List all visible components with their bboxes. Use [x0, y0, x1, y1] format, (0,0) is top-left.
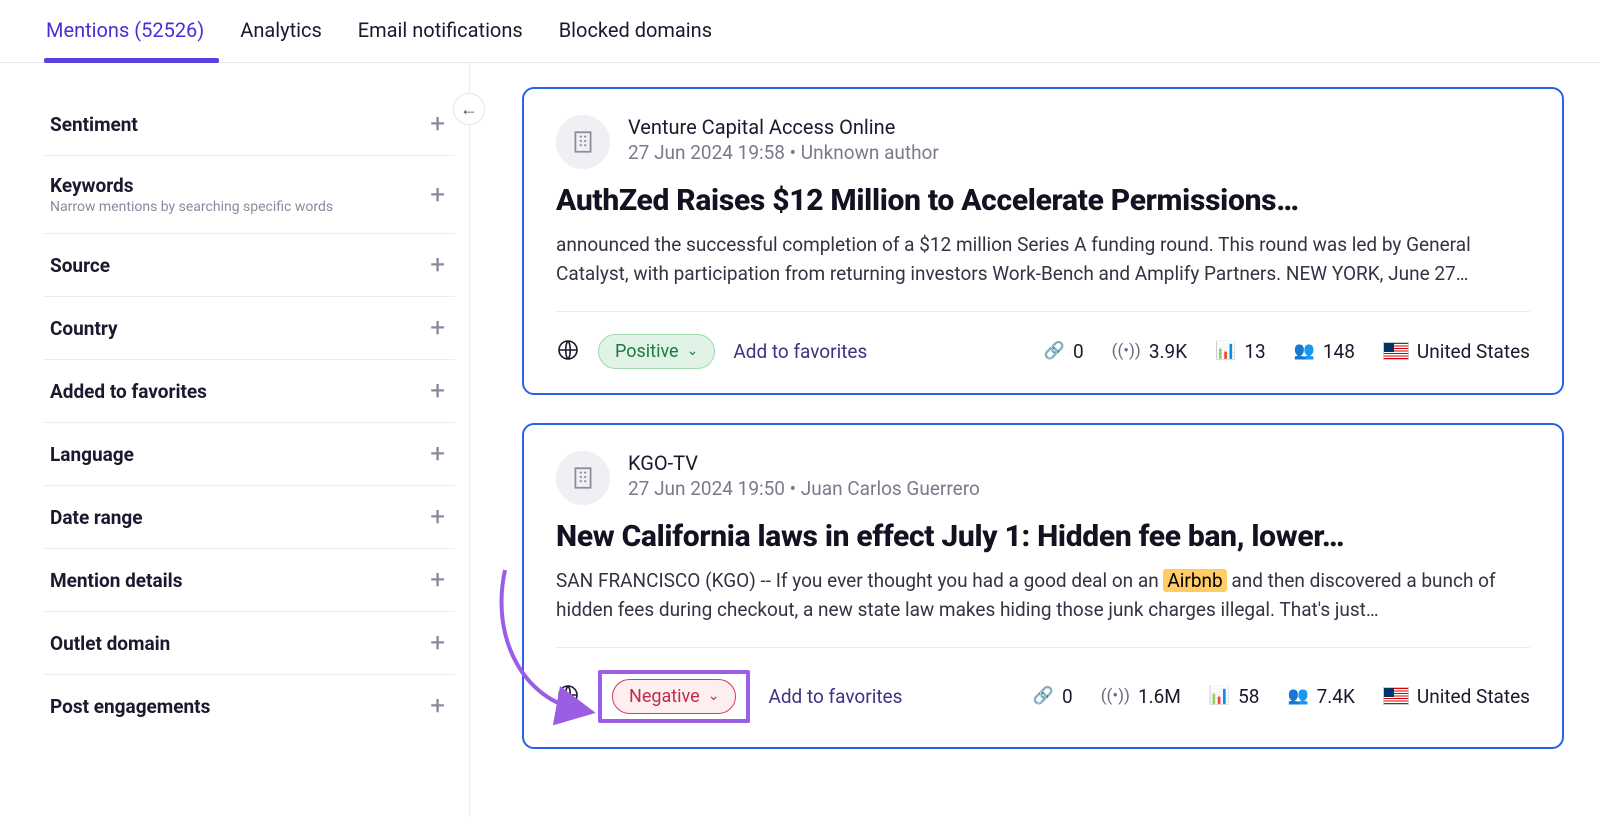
metric-value: 0: [1073, 340, 1084, 363]
filter-label: Added to favorites: [50, 380, 207, 403]
filter-label: Outlet domain: [50, 632, 170, 655]
tab-blocked-domains[interactable]: Blocked domains: [557, 12, 714, 62]
broadcast-icon: ((•)): [1112, 341, 1141, 361]
metric-value: United States: [1417, 685, 1530, 708]
metric-links: 🔗0: [1033, 685, 1073, 708]
people-icon: 👥: [1287, 686, 1308, 706]
filter-language[interactable]: Language +: [44, 423, 455, 486]
tab-analytics[interactable]: Analytics: [238, 12, 324, 62]
filter-label: Post engagements: [50, 695, 210, 718]
metric-value: 3.9K: [1149, 340, 1187, 363]
filters-sidebar: Sentiment + Keywords Narrow mentions by …: [0, 63, 470, 818]
web-icon: [556, 683, 580, 710]
filter-label: Language: [50, 443, 134, 466]
link-icon: 🔗: [1044, 341, 1065, 361]
expand-icon: +: [430, 111, 445, 137]
filter-mention-details[interactable]: Mention details +: [44, 549, 455, 612]
metric-value: 13: [1244, 340, 1265, 363]
us-flag-icon: [1383, 342, 1409, 360]
metric-country: United States: [1383, 340, 1530, 363]
expand-icon: +: [430, 315, 445, 341]
link-icon: 🔗: [1033, 686, 1054, 706]
sentiment-label: Positive: [615, 341, 679, 362]
expand-icon: +: [430, 378, 445, 404]
filter-added-favorites[interactable]: Added to favorites +: [44, 360, 455, 423]
filter-label: Mention details: [50, 569, 182, 592]
collapse-sidebar-button[interactable]: ←: [453, 93, 485, 125]
expand-icon: +: [430, 693, 445, 719]
metric-shares: 📊 13: [1215, 340, 1266, 363]
metric-country: United States: [1383, 685, 1530, 708]
people-icon: 👥: [1294, 341, 1315, 361]
metric-reach: ((•)) 3.9K: [1112, 340, 1188, 363]
expand-icon: +: [430, 252, 445, 278]
tab-mentions[interactable]: Mentions (52526): [44, 12, 206, 62]
chevron-down-icon: ⌄: [687, 343, 699, 359]
expand-icon: +: [430, 182, 445, 208]
source-avatar: [556, 451, 610, 505]
metric-value: United States: [1417, 340, 1530, 363]
chart-icon: 📊: [1215, 341, 1236, 361]
mention-excerpt: SAN FRANCISCO (KGO) -- If you ever thoug…: [556, 566, 1530, 625]
mention-title: AuthZed Raises $12 Million to Accelerate…: [556, 183, 1530, 218]
metric-value: 58: [1238, 685, 1259, 708]
sentiment-pill[interactable]: Positive ⌄: [598, 334, 715, 369]
add-favorites-link[interactable]: Add to favorites: [733, 340, 867, 363]
source-meta: 27 Jun 2024 19:50 • Juan Carlos Guerrero: [628, 477, 980, 500]
filter-sentiment[interactable]: Sentiment +: [44, 93, 455, 156]
excerpt-text: SAN FRANCISCO (KGO) -- If you ever thoug…: [556, 569, 1163, 592]
source-name: Venture Capital Access Online: [628, 115, 939, 139]
metric-audience: 👥 7.4K: [1287, 685, 1354, 708]
filter-sublabel: Narrow mentions by searching specific wo…: [50, 199, 333, 215]
filter-label: Country: [50, 317, 118, 340]
metric-value: 148: [1323, 340, 1355, 363]
mentions-list: Venture Capital Access Online 27 Jun 202…: [470, 63, 1600, 818]
keyword-highlight: Airbnb: [1163, 569, 1226, 592]
expand-icon: +: [430, 504, 445, 530]
mention-card[interactable]: KGO-TV 27 Jun 2024 19:50 • Juan Carlos G…: [522, 423, 1564, 749]
mention-title: New California laws in effect July 1: Hi…: [556, 519, 1530, 554]
chevron-down-icon: ⌄: [708, 688, 720, 704]
filter-source[interactable]: Source +: [44, 234, 455, 297]
source-meta: 27 Jun 2024 19:58 • Unknown author: [628, 141, 939, 164]
us-flag-icon: [1383, 687, 1409, 705]
source-avatar: [556, 115, 610, 169]
filter-keywords[interactable]: Keywords Narrow mentions by searching sp…: [44, 156, 455, 234]
metric-shares: 📊 58: [1209, 685, 1260, 708]
metric-value: 1.6M: [1138, 685, 1181, 708]
web-icon: [556, 338, 580, 365]
arrow-left-icon: ←: [460, 99, 478, 120]
top-tabs: Mentions (52526) Analytics Email notific…: [0, 0, 1600, 63]
expand-icon: +: [430, 441, 445, 467]
sentiment-pill[interactable]: Negative ⌄: [612, 679, 736, 714]
metric-audience: 👥 148: [1294, 340, 1355, 363]
metric-reach: ((•)) 1.6M: [1101, 685, 1181, 708]
metric-links: 🔗0: [1044, 340, 1084, 363]
tab-email-notifications[interactable]: Email notifications: [356, 12, 525, 62]
filter-date-range[interactable]: Date range +: [44, 486, 455, 549]
filter-post-engagements[interactable]: Post engagements +: [44, 675, 455, 737]
mention-card[interactable]: Venture Capital Access Online 27 Jun 202…: [522, 87, 1564, 395]
filter-label: Sentiment: [50, 113, 138, 136]
broadcast-icon: ((•)): [1101, 686, 1130, 706]
chart-icon: 📊: [1209, 686, 1230, 706]
building-icon: [570, 129, 596, 155]
annotation-highlight: Negative ⌄: [598, 670, 750, 723]
metric-value: 0: [1062, 685, 1073, 708]
filter-label: Source: [50, 254, 110, 277]
sentiment-label: Negative: [629, 686, 700, 707]
filter-outlet-domain[interactable]: Outlet domain +: [44, 612, 455, 675]
expand-icon: +: [430, 567, 445, 593]
metric-value: 7.4K: [1317, 685, 1355, 708]
expand-icon: +: [430, 630, 445, 656]
add-favorites-link[interactable]: Add to favorites: [768, 685, 902, 708]
source-name: KGO-TV: [628, 451, 980, 475]
building-icon: [570, 465, 596, 491]
filter-country[interactable]: Country +: [44, 297, 455, 360]
mention-excerpt: announced the successful completion of a…: [556, 230, 1530, 289]
filter-label: Keywords: [50, 174, 333, 197]
filter-label: Date range: [50, 506, 143, 529]
